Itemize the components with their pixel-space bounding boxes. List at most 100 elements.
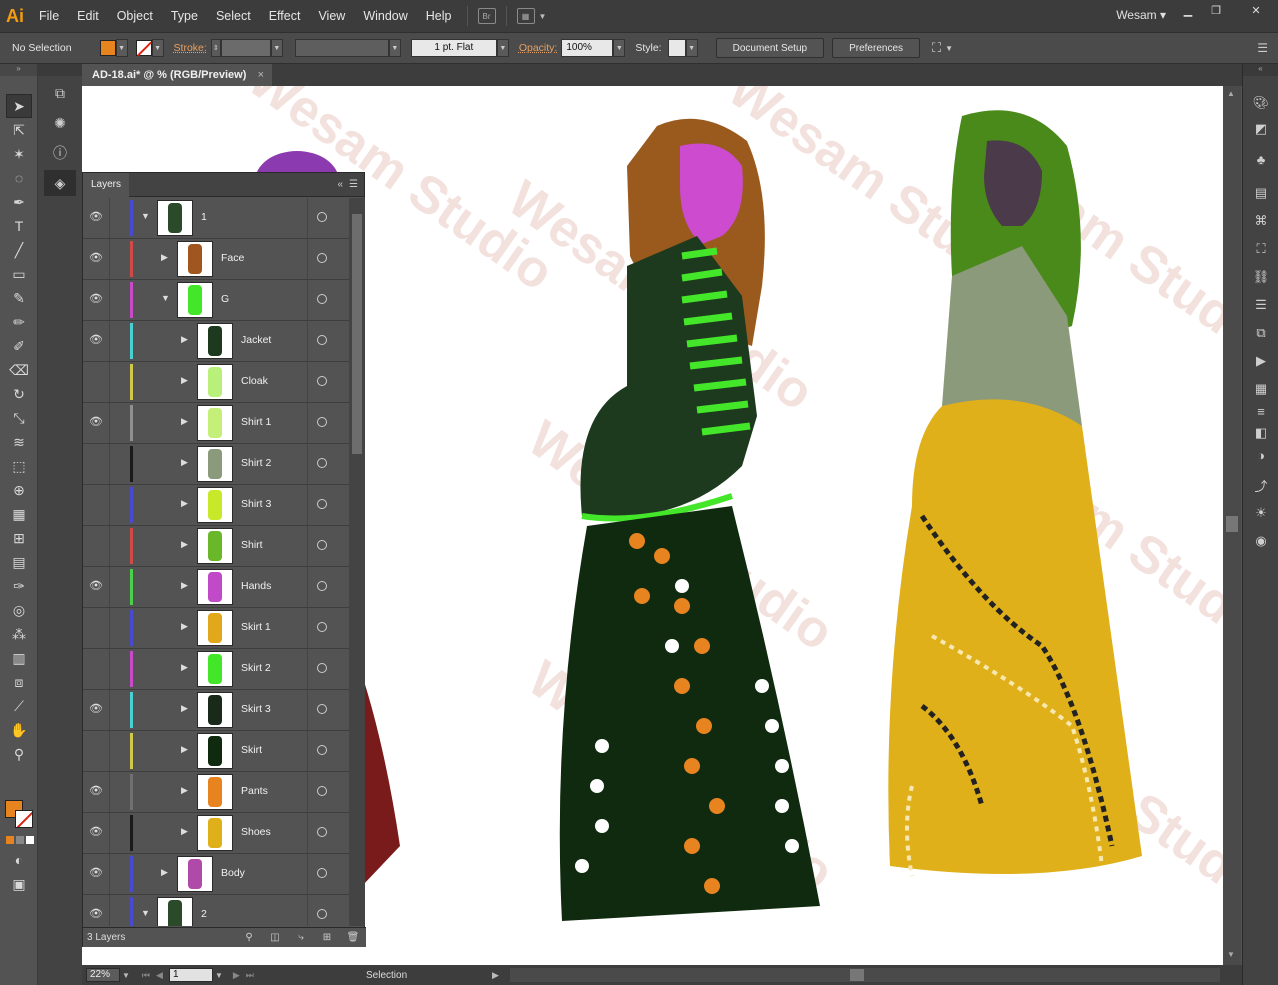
zoom-field[interactable]: 22% <box>86 968 120 982</box>
symbols-icon[interactable]: ⛶ <box>1248 238 1274 260</box>
expand-arrow-icon[interactable]: ▶ <box>181 334 188 345</box>
layer-row[interactable]: ▶ Skirt 2 <box>83 649 349 690</box>
lock-column[interactable] <box>109 895 110 926</box>
lock-column[interactable] <box>109 813 110 853</box>
maximize-button[interactable]: ❐ <box>1204 2 1228 18</box>
menu-select[interactable]: Select <box>207 9 260 23</box>
shape-builder-tool-icon[interactable]: ⊕ <box>6 478 32 502</box>
lock-column[interactable] <box>109 485 110 525</box>
pathfinder-panel-icon[interactable]: ⧉ <box>1248 322 1274 344</box>
panel-grip[interactable]: « <box>1243 64 1278 76</box>
target-circle-icon[interactable] <box>317 622 327 632</box>
layer-name[interactable]: Shirt 2 <box>241 457 271 469</box>
lock-column[interactable] <box>109 280 110 320</box>
actions-panel-icon[interactable]: ▶ <box>1248 350 1274 372</box>
layer-name[interactable]: Hands <box>241 580 271 592</box>
scale-tool-icon[interactable]: ⤡ <box>6 406 32 430</box>
transform-panel-icon[interactable]: ⧉ <box>44 80 76 106</box>
close-button[interactable]: ✕ <box>1240 2 1272 18</box>
eyedropper-tool-icon[interactable]: ✑ <box>6 574 32 598</box>
layer-row[interactable]: 👁︎ ▼ 1 <box>83 198 349 239</box>
expand-arrow-icon[interactable]: ▶ <box>181 826 188 837</box>
target-circle-icon[interactable] <box>317 827 327 837</box>
layer-row[interactable]: 👁︎ ▶ Hands <box>83 567 349 608</box>
target-circle-icon[interactable] <box>317 376 327 386</box>
symbols-panel-icon[interactable]: ✺ <box>44 110 76 136</box>
lock-column[interactable] <box>109 608 110 648</box>
color-panel-icon[interactable]: 🎨︎ <box>1248 92 1274 114</box>
collapse-arrow-icon[interactable]: ▼ <box>141 211 150 221</box>
layers-panel-icon[interactable]: ◈ <box>44 170 76 196</box>
collapse-arrow-icon[interactable]: ▼ <box>161 293 170 303</box>
target-circle-icon[interactable] <box>317 745 327 755</box>
fill-swatch[interactable] <box>99 40 116 56</box>
target-circle-icon[interactable] <box>317 212 327 222</box>
rotate-tool-icon[interactable]: ↻ <box>6 382 32 406</box>
target-circle-icon[interactable] <box>317 294 327 304</box>
new-layer-icon[interactable]: ⊞ <box>314 932 340 943</box>
status-menu-icon[interactable]: ▶ <box>492 970 499 981</box>
gradient-mode-icon[interactable] <box>16 836 24 844</box>
draw-mode-icon[interactable]: ◐ <box>6 848 32 872</box>
stroke-swatch[interactable] <box>135 40 152 56</box>
layers-panel-tab[interactable]: Layers <box>83 172 130 197</box>
layer-row[interactable]: 👁︎ ▶ Shirt 1 <box>83 403 349 444</box>
fill-dropdown[interactable]: ▼ <box>115 39 128 57</box>
visibility-eye-icon[interactable] <box>89 744 103 756</box>
visibility-eye-icon[interactable] <box>89 662 103 674</box>
profile-dropdown[interactable]: ▼ <box>388 39 401 57</box>
last-artboard-icon[interactable]: ⏭ <box>246 970 254 981</box>
layer-name[interactable]: Skirt <box>241 744 262 756</box>
locate-object-icon[interactable]: ⚲ <box>236 932 262 943</box>
new-sublayer-icon[interactable]: ⤷ <box>288 932 314 943</box>
minimize-button[interactable]: ▁ <box>1176 2 1200 18</box>
eraser-tool-icon[interactable]: ⌫ <box>6 358 32 382</box>
layer-name[interactable]: Skirt 2 <box>241 662 271 674</box>
arrange-icon[interactable]: ⛶ <box>932 40 941 56</box>
target-circle-icon[interactable] <box>317 868 327 878</box>
bridge-button[interactable]: Br <box>477 8 496 24</box>
expand-arrow-icon[interactable]: ▶ <box>181 621 188 632</box>
slice-tool-icon[interactable]: ⟋ <box>6 694 32 718</box>
layer-name[interactable]: Face <box>221 252 244 264</box>
visibility-eye-icon[interactable]: 👁︎ <box>89 293 103 305</box>
stroke-weight-stepper[interactable]: ⇕ <box>210 39 221 57</box>
expand-arrow-icon[interactable]: ▶ <box>181 785 188 796</box>
target-circle-icon[interactable] <box>317 499 327 509</box>
layer-row[interactable]: ▶ Cloak <box>83 362 349 403</box>
layer-row[interactable]: 👁︎ ▼ 2 <box>83 895 349 926</box>
menu-window[interactable]: Window <box>354 9 416 23</box>
visibility-eye-icon[interactable] <box>89 457 103 469</box>
paintbrush-tool-icon[interactable]: ✎ <box>6 286 32 310</box>
expand-arrow-icon[interactable]: ▶ <box>181 498 188 509</box>
visibility-eye-icon[interactable] <box>89 621 103 633</box>
expand-arrow-icon[interactable]: ▶ <box>161 867 168 878</box>
menu-help[interactable]: Help <box>417 9 461 23</box>
close-tab-icon[interactable]: × <box>258 69 264 81</box>
chevron-down-icon[interactable]: ▼ <box>539 12 547 21</box>
lock-column[interactable] <box>109 239 110 279</box>
expand-arrow-icon[interactable]: ▶ <box>181 457 188 468</box>
target-circle-icon[interactable] <box>317 704 327 714</box>
target-circle-icon[interactable] <box>317 540 327 550</box>
collapse-panel-icon[interactable]: « <box>337 179 343 190</box>
layer-name[interactable]: 2 <box>201 908 207 920</box>
layer-name[interactable]: Shirt 1 <box>241 416 271 428</box>
layer-row[interactable]: ▶ Shirt 3 <box>83 485 349 526</box>
line-tool-icon[interactable]: ╱ <box>6 238 32 262</box>
expand-arrow-icon[interactable]: ▶ <box>181 744 188 755</box>
perspective-grid-tool-icon[interactable]: ▦ <box>6 502 32 526</box>
transparency-panel-icon[interactable]: ◑ <box>1248 444 1274 466</box>
collapse-arrow-icon[interactable]: ▼ <box>141 908 150 918</box>
grid-panel-icon[interactable]: ▦ <box>1248 378 1274 400</box>
opacity-field[interactable]: 100% <box>561 39 614 57</box>
lock-column[interactable] <box>109 649 110 689</box>
gradient-tool-icon[interactable]: ▤ <box>6 550 32 574</box>
layer-row[interactable]: 👁︎ ▶ Shoes <box>83 813 349 854</box>
stroke-weight-dropdown[interactable]: ▼ <box>270 39 283 57</box>
color-mode-icon[interactable] <box>6 836 14 844</box>
pencil-tool-icon[interactable]: ✏ <box>6 310 32 334</box>
graphic-styles-icon[interactable]: ◉ <box>1248 530 1274 552</box>
menu-object[interactable]: Object <box>108 9 162 23</box>
document-setup-button[interactable]: Document Setup <box>715 38 825 58</box>
